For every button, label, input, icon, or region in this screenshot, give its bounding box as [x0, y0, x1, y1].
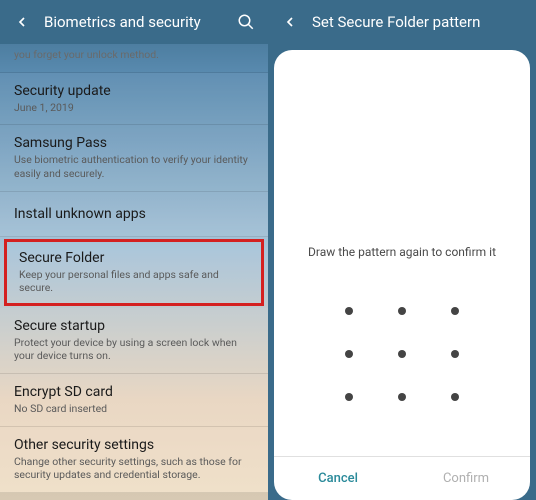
list-item-install-unknown[interactable]: Install unknown apps	[0, 192, 268, 237]
pattern-instruction: Draw the pattern again to confirm it	[274, 245, 530, 259]
item-sub: Protect your device by using a screen lo…	[14, 336, 254, 363]
header-title-right: Set Secure Folder pattern	[312, 13, 524, 31]
search-icon[interactable]	[236, 12, 256, 32]
pattern-dot[interactable]	[451, 350, 459, 358]
item-title: Other security settings	[14, 437, 254, 453]
item-title: Security update	[14, 83, 254, 99]
header-title-left: Biometrics and security	[44, 13, 236, 31]
item-sub: June 1, 2019	[14, 101, 254, 115]
item-sub: Use biometric authentication to verify y…	[14, 153, 254, 180]
item-sub: Change other security settings, such as …	[14, 455, 254, 482]
list-item-secure-startup[interactable]: Secure startup Protect your device by us…	[0, 308, 268, 374]
pattern-screen: Set Secure Folder pattern Draw the patte…	[268, 0, 536, 500]
list-item-other-security[interactable]: Other security settings Change other sec…	[0, 427, 268, 493]
list-item-samsung-pass[interactable]: Samsung Pass Use biometric authenticatio…	[0, 125, 268, 191]
cancel-button[interactable]: Cancel	[274, 457, 402, 500]
item-title: Install unknown apps	[14, 202, 254, 226]
list-item-secure-folder[interactable]: Secure Folder Keep your personal files a…	[4, 239, 264, 306]
pattern-dot[interactable]	[451, 393, 459, 401]
pattern-grid[interactable]	[322, 289, 482, 419]
pattern-panel: Draw the pattern again to confirm it Can…	[274, 50, 530, 500]
item-sub: Keep your personal files and apps safe a…	[19, 268, 249, 295]
header-left: Biometrics and security	[0, 0, 268, 44]
item-sub: you forget your unlock method.	[14, 48, 254, 62]
back-icon[interactable]	[12, 12, 32, 32]
list-item-security-update[interactable]: Security update June 1, 2019	[0, 73, 268, 126]
pattern-dot[interactable]	[451, 307, 459, 315]
pattern-dot[interactable]	[345, 393, 353, 401]
pattern-dot[interactable]	[345, 350, 353, 358]
confirm-button: Confirm	[402, 457, 530, 500]
header-right: Set Secure Folder pattern	[268, 0, 536, 44]
settings-list: you forget your unlock method. Security …	[0, 44, 268, 500]
pattern-dot[interactable]	[345, 307, 353, 315]
item-title: Secure startup	[14, 318, 254, 334]
settings-screen: Biometrics and security you forget your …	[0, 0, 268, 500]
section-label-privacy: Privacy	[0, 493, 268, 500]
pattern-dot[interactable]	[398, 393, 406, 401]
list-item-fragment[interactable]: you forget your unlock method.	[0, 44, 268, 73]
pattern-dot[interactable]	[398, 307, 406, 315]
back-icon[interactable]	[280, 12, 300, 32]
item-title: Samsung Pass	[14, 135, 254, 151]
pattern-footer: Cancel Confirm	[274, 456, 530, 500]
pattern-dot[interactable]	[398, 350, 406, 358]
list-item-encrypt-sd[interactable]: Encrypt SD card No SD card inserted	[0, 374, 268, 427]
item-sub: No SD card inserted	[14, 402, 254, 416]
item-title: Encrypt SD card	[14, 384, 254, 400]
item-title: Secure Folder	[19, 250, 249, 266]
